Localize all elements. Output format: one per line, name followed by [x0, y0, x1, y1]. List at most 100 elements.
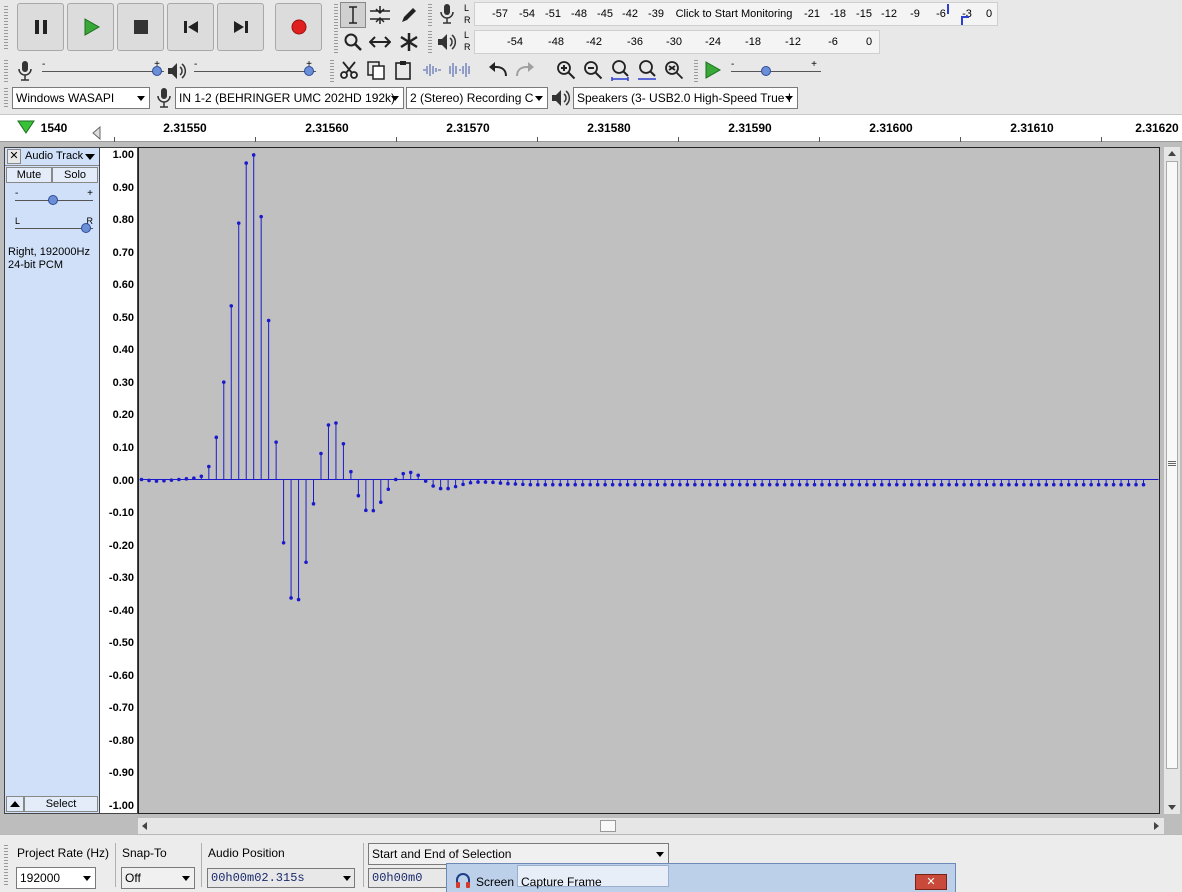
sample-point[interactable] — [483, 480, 488, 484]
sample-point[interactable] — [207, 464, 211, 469]
skip-to-end-button[interactable] — [217, 3, 264, 51]
zoom-out-button[interactable] — [580, 57, 606, 83]
play-head-icon[interactable] — [16, 119, 36, 135]
sample-point[interactable] — [162, 479, 166, 483]
sample-point[interactable] — [1089, 482, 1093, 487]
sample-point[interactable] — [1007, 482, 1011, 487]
sample-point[interactable] — [820, 482, 824, 487]
horizontal-scrollbar[interactable] — [138, 818, 1164, 834]
sample-point[interactable] — [857, 482, 862, 487]
sample-point[interactable] — [595, 482, 600, 487]
sample-point[interactable] — [506, 481, 510, 486]
sample-point[interactable] — [476, 480, 480, 484]
sample-point[interactable] — [326, 423, 331, 427]
sample-point[interactable] — [251, 153, 256, 157]
sample-point[interactable] — [199, 474, 204, 479]
sample-point[interactable] — [289, 596, 293, 600]
sample-point[interactable] — [379, 500, 383, 505]
playback-meter-button[interactable] — [434, 29, 460, 55]
slider-thumb[interactable] — [761, 66, 771, 76]
record-button[interactable] — [275, 3, 322, 51]
envelope-tool-button[interactable] — [367, 2, 393, 28]
sample-point[interactable] — [670, 482, 675, 487]
sample-point[interactable] — [835, 482, 839, 487]
record-meter-button[interactable] — [434, 1, 460, 27]
timeline-ruler[interactable]: 1540 2.31550 2.31560 2.31570 2.31580 2.3… — [0, 114, 1182, 143]
toolbar-grip[interactable] — [428, 31, 432, 53]
sample-point[interactable] — [393, 477, 398, 482]
select-track-button[interactable]: Select — [24, 796, 98, 812]
sample-point[interactable] — [1014, 482, 1019, 487]
paste-button[interactable] — [390, 57, 416, 83]
sample-point[interactable] — [356, 493, 361, 498]
sample-point[interactable] — [349, 469, 353, 474]
sample-point[interactable] — [693, 482, 697, 487]
sample-point[interactable] — [797, 482, 802, 487]
fit-selection-button[interactable] — [607, 57, 633, 83]
sample-point[interactable] — [610, 482, 615, 487]
multi-tool-button[interactable] — [396, 29, 422, 55]
scroll-right-arrow[interactable] — [1154, 822, 1159, 830]
sample-point[interactable] — [192, 476, 196, 480]
sample-point[interactable] — [588, 482, 592, 487]
sample-point[interactable] — [423, 479, 428, 483]
sample-point[interactable] — [715, 482, 720, 487]
sample-point[interactable] — [446, 486, 450, 491]
sample-point[interactable] — [618, 482, 622, 487]
sample-point[interactable] — [1074, 482, 1079, 487]
sample-point[interactable] — [498, 481, 503, 485]
fit-project-button[interactable] — [634, 57, 660, 83]
sample-point[interactable] — [790, 482, 794, 487]
track-control-panel[interactable]: ✕ Audio Track Mute Solo - + L R Right, 1… — [4, 147, 100, 814]
trim-button[interactable] — [419, 57, 445, 83]
record-meter[interactable]: -57 -54 -51 -48 -45 -42 -39 Click to Sta… — [474, 2, 998, 26]
silence-button[interactable] — [446, 57, 472, 83]
sample-point[interactable] — [827, 482, 832, 487]
toolbar-grip[interactable] — [694, 60, 698, 82]
sample-point[interactable] — [408, 470, 413, 475]
sample-point[interactable] — [491, 480, 495, 485]
sample-point[interactable] — [767, 482, 772, 487]
copy-button[interactable] — [363, 57, 389, 83]
toolbar-grip[interactable] — [330, 60, 334, 82]
sample-point[interactable] — [311, 502, 316, 506]
slider-thumb[interactable] — [152, 66, 162, 76]
sample-point[interactable] — [954, 482, 959, 487]
sample-point[interactable] — [1134, 482, 1138, 487]
skip-to-start-button[interactable] — [167, 3, 214, 51]
play-button[interactable] — [67, 3, 114, 51]
sample-point[interactable] — [909, 482, 914, 487]
sample-point[interactable] — [685, 482, 690, 487]
sample-point[interactable] — [296, 597, 301, 602]
sample-point[interactable] — [663, 482, 667, 487]
sample-point[interactable] — [1029, 482, 1034, 487]
playback-volume-slider[interactable]: - + — [194, 59, 316, 81]
sample-point[interactable] — [416, 473, 420, 478]
sample-point[interactable] — [266, 318, 271, 323]
sample-point[interactable] — [932, 482, 936, 487]
sample-point[interactable] — [924, 482, 929, 487]
sample-point[interactable] — [1022, 482, 1026, 487]
sample-point[interactable] — [364, 508, 368, 513]
sample-point[interactable] — [1066, 482, 1071, 487]
sample-point[interactable] — [169, 478, 174, 482]
play-speed-slider[interactable]: - + — [731, 59, 821, 81]
sample-point[interactable] — [1081, 482, 1086, 487]
sample-point[interactable] — [730, 482, 735, 487]
sample-point[interactable] — [939, 482, 944, 487]
sample-point[interactable] — [887, 482, 892, 487]
vertical-scrollbar[interactable] — [1164, 147, 1180, 814]
sample-point[interactable] — [805, 482, 809, 487]
playback-device-select[interactable]: Speakers (3- USB2.0 High-Speed True I — [573, 87, 798, 109]
sample-point[interactable] — [865, 482, 869, 487]
slider-thumb[interactable] — [304, 66, 314, 76]
sample-point[interactable] — [259, 214, 263, 219]
sample-point[interactable] — [752, 482, 757, 487]
collapse-track-button[interactable] — [6, 796, 24, 812]
sample-point[interactable] — [438, 486, 443, 491]
sample-point[interactable] — [528, 482, 533, 487]
sample-point[interactable] — [812, 482, 817, 487]
sample-point[interactable] — [625, 482, 630, 487]
track-name-menu[interactable]: Audio Track — [25, 150, 101, 165]
record-volume-slider[interactable]: - + — [42, 59, 164, 81]
